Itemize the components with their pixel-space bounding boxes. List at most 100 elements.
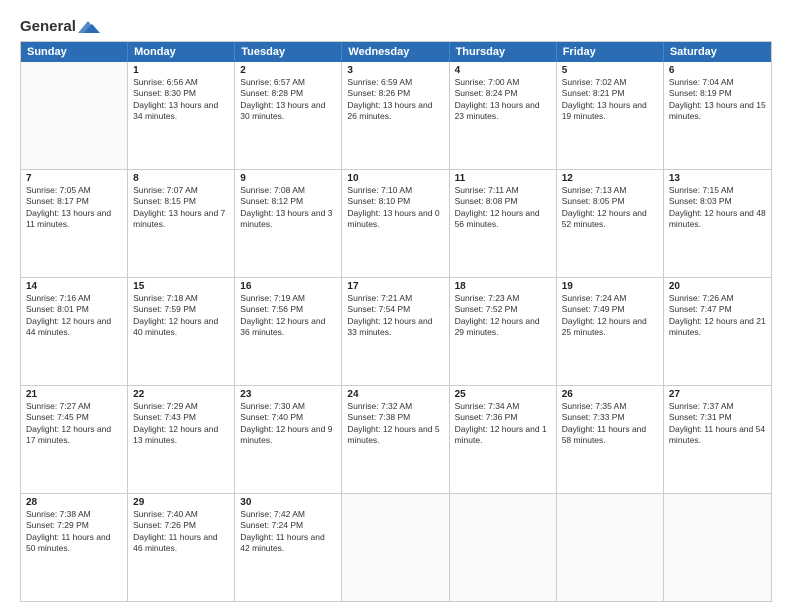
day-number: 7 (26, 173, 122, 184)
day-number: 18 (455, 281, 551, 292)
cell-info: Sunrise: 7:15 AMSunset: 8:03 PMDaylight:… (669, 185, 766, 231)
calendar-cell-empty (342, 494, 449, 601)
cell-info: Sunrise: 7:30 AMSunset: 7:40 PMDaylight:… (240, 401, 336, 447)
calendar-cell-6: 6Sunrise: 7:04 AMSunset: 8:19 PMDaylight… (664, 62, 771, 169)
calendar-cell-7: 7Sunrise: 7:05 AMSunset: 8:17 PMDaylight… (21, 170, 128, 277)
calendar-cell-8: 8Sunrise: 7:07 AMSunset: 8:15 PMDaylight… (128, 170, 235, 277)
cell-info: Sunrise: 7:04 AMSunset: 8:19 PMDaylight:… (669, 77, 766, 123)
day-number: 6 (669, 65, 766, 76)
day-number: 8 (133, 173, 229, 184)
cell-info: Sunrise: 7:29 AMSunset: 7:43 PMDaylight:… (133, 401, 229, 447)
cell-info: Sunrise: 7:11 AMSunset: 8:08 PMDaylight:… (455, 185, 551, 231)
cell-info: Sunrise: 7:08 AMSunset: 8:12 PMDaylight:… (240, 185, 336, 231)
cell-info: Sunrise: 7:19 AMSunset: 7:56 PMDaylight:… (240, 293, 336, 339)
day-number: 19 (562, 281, 658, 292)
calendar-cell-28: 28Sunrise: 7:38 AMSunset: 7:29 PMDayligh… (21, 494, 128, 601)
calendar-cell-27: 27Sunrise: 7:37 AMSunset: 7:31 PMDayligh… (664, 386, 771, 493)
cell-info: Sunrise: 7:26 AMSunset: 7:47 PMDaylight:… (669, 293, 766, 339)
day-number: 3 (347, 65, 443, 76)
cell-info: Sunrise: 7:34 AMSunset: 7:36 PMDaylight:… (455, 401, 551, 447)
day-number: 1 (133, 65, 229, 76)
day-number: 5 (562, 65, 658, 76)
logo-icon (78, 19, 100, 35)
calendar-header: SundayMondayTuesdayWednesdayThursdayFrid… (21, 42, 771, 62)
day-number: 24 (347, 389, 443, 400)
calendar-cell-empty (450, 494, 557, 601)
calendar-cell-26: 26Sunrise: 7:35 AMSunset: 7:33 PMDayligh… (557, 386, 664, 493)
cell-info: Sunrise: 6:57 AMSunset: 8:28 PMDaylight:… (240, 77, 336, 123)
calendar-cell-9: 9Sunrise: 7:08 AMSunset: 8:12 PMDaylight… (235, 170, 342, 277)
header-day-sunday: Sunday (21, 42, 128, 62)
calendar: SundayMondayTuesdayWednesdayThursdayFrid… (20, 41, 772, 602)
day-number: 23 (240, 389, 336, 400)
day-number: 26 (562, 389, 658, 400)
cell-info: Sunrise: 7:00 AMSunset: 8:24 PMDaylight:… (455, 77, 551, 123)
calendar-cell-30: 30Sunrise: 7:42 AMSunset: 7:24 PMDayligh… (235, 494, 342, 601)
day-number: 30 (240, 497, 336, 508)
day-number: 27 (669, 389, 766, 400)
day-number: 12 (562, 173, 658, 184)
calendar-body: 1Sunrise: 6:56 AMSunset: 8:30 PMDaylight… (21, 62, 771, 601)
cell-info: Sunrise: 7:32 AMSunset: 7:38 PMDaylight:… (347, 401, 443, 447)
calendar-row-4: 21Sunrise: 7:27 AMSunset: 7:45 PMDayligh… (21, 385, 771, 493)
calendar-cell-15: 15Sunrise: 7:18 AMSunset: 7:59 PMDayligh… (128, 278, 235, 385)
cell-info: Sunrise: 7:02 AMSunset: 8:21 PMDaylight:… (562, 77, 658, 123)
cell-info: Sunrise: 6:59 AMSunset: 8:26 PMDaylight:… (347, 77, 443, 123)
calendar-cell-29: 29Sunrise: 7:40 AMSunset: 7:26 PMDayligh… (128, 494, 235, 601)
calendar-cell-19: 19Sunrise: 7:24 AMSunset: 7:49 PMDayligh… (557, 278, 664, 385)
day-number: 4 (455, 65, 551, 76)
calendar-cell-empty (21, 62, 128, 169)
day-number: 17 (347, 281, 443, 292)
calendar-row-3: 14Sunrise: 7:16 AMSunset: 8:01 PMDayligh… (21, 277, 771, 385)
day-number: 9 (240, 173, 336, 184)
day-number: 21 (26, 389, 122, 400)
day-number: 10 (347, 173, 443, 184)
day-number: 29 (133, 497, 229, 508)
cell-info: Sunrise: 7:40 AMSunset: 7:26 PMDaylight:… (133, 509, 229, 555)
calendar-cell-14: 14Sunrise: 7:16 AMSunset: 8:01 PMDayligh… (21, 278, 128, 385)
day-number: 16 (240, 281, 336, 292)
cell-info: Sunrise: 7:27 AMSunset: 7:45 PMDaylight:… (26, 401, 122, 447)
logo: General (20, 18, 100, 33)
day-number: 22 (133, 389, 229, 400)
day-number: 25 (455, 389, 551, 400)
cell-info: Sunrise: 7:38 AMSunset: 7:29 PMDaylight:… (26, 509, 122, 555)
calendar-cell-13: 13Sunrise: 7:15 AMSunset: 8:03 PMDayligh… (664, 170, 771, 277)
header-day-monday: Monday (128, 42, 235, 62)
cell-info: Sunrise: 7:18 AMSunset: 7:59 PMDaylight:… (133, 293, 229, 339)
calendar-cell-3: 3Sunrise: 6:59 AMSunset: 8:26 PMDaylight… (342, 62, 449, 169)
header-day-wednesday: Wednesday (342, 42, 449, 62)
calendar-cell-1: 1Sunrise: 6:56 AMSunset: 8:30 PMDaylight… (128, 62, 235, 169)
day-number: 2 (240, 65, 336, 76)
cell-info: Sunrise: 7:23 AMSunset: 7:52 PMDaylight:… (455, 293, 551, 339)
calendar-row-1: 1Sunrise: 6:56 AMSunset: 8:30 PMDaylight… (21, 62, 771, 169)
header-day-friday: Friday (557, 42, 664, 62)
cell-info: Sunrise: 7:16 AMSunset: 8:01 PMDaylight:… (26, 293, 122, 339)
cell-info: Sunrise: 7:05 AMSunset: 8:17 PMDaylight:… (26, 185, 122, 231)
header-day-saturday: Saturday (664, 42, 771, 62)
calendar-cell-22: 22Sunrise: 7:29 AMSunset: 7:43 PMDayligh… (128, 386, 235, 493)
header: General (20, 18, 772, 33)
calendar-cell-empty (557, 494, 664, 601)
day-number: 28 (26, 497, 122, 508)
day-number: 20 (669, 281, 766, 292)
cell-info: Sunrise: 7:37 AMSunset: 7:31 PMDaylight:… (669, 401, 766, 447)
calendar-cell-17: 17Sunrise: 7:21 AMSunset: 7:54 PMDayligh… (342, 278, 449, 385)
logo-general: General (20, 18, 76, 35)
calendar-row-2: 7Sunrise: 7:05 AMSunset: 8:17 PMDaylight… (21, 169, 771, 277)
calendar-cell-2: 2Sunrise: 6:57 AMSunset: 8:28 PMDaylight… (235, 62, 342, 169)
calendar-cell-23: 23Sunrise: 7:30 AMSunset: 7:40 PMDayligh… (235, 386, 342, 493)
day-number: 13 (669, 173, 766, 184)
day-number: 14 (26, 281, 122, 292)
cell-info: Sunrise: 7:42 AMSunset: 7:24 PMDaylight:… (240, 509, 336, 555)
cell-info: Sunrise: 7:07 AMSunset: 8:15 PMDaylight:… (133, 185, 229, 231)
cell-info: Sunrise: 7:13 AMSunset: 8:05 PMDaylight:… (562, 185, 658, 231)
calendar-cell-empty (664, 494, 771, 601)
calendar-cell-4: 4Sunrise: 7:00 AMSunset: 8:24 PMDaylight… (450, 62, 557, 169)
calendar-row-5: 28Sunrise: 7:38 AMSunset: 7:29 PMDayligh… (21, 493, 771, 601)
calendar-cell-20: 20Sunrise: 7:26 AMSunset: 7:47 PMDayligh… (664, 278, 771, 385)
calendar-cell-18: 18Sunrise: 7:23 AMSunset: 7:52 PMDayligh… (450, 278, 557, 385)
calendar-cell-16: 16Sunrise: 7:19 AMSunset: 7:56 PMDayligh… (235, 278, 342, 385)
cell-info: Sunrise: 7:35 AMSunset: 7:33 PMDaylight:… (562, 401, 658, 447)
cell-info: Sunrise: 7:21 AMSunset: 7:54 PMDaylight:… (347, 293, 443, 339)
